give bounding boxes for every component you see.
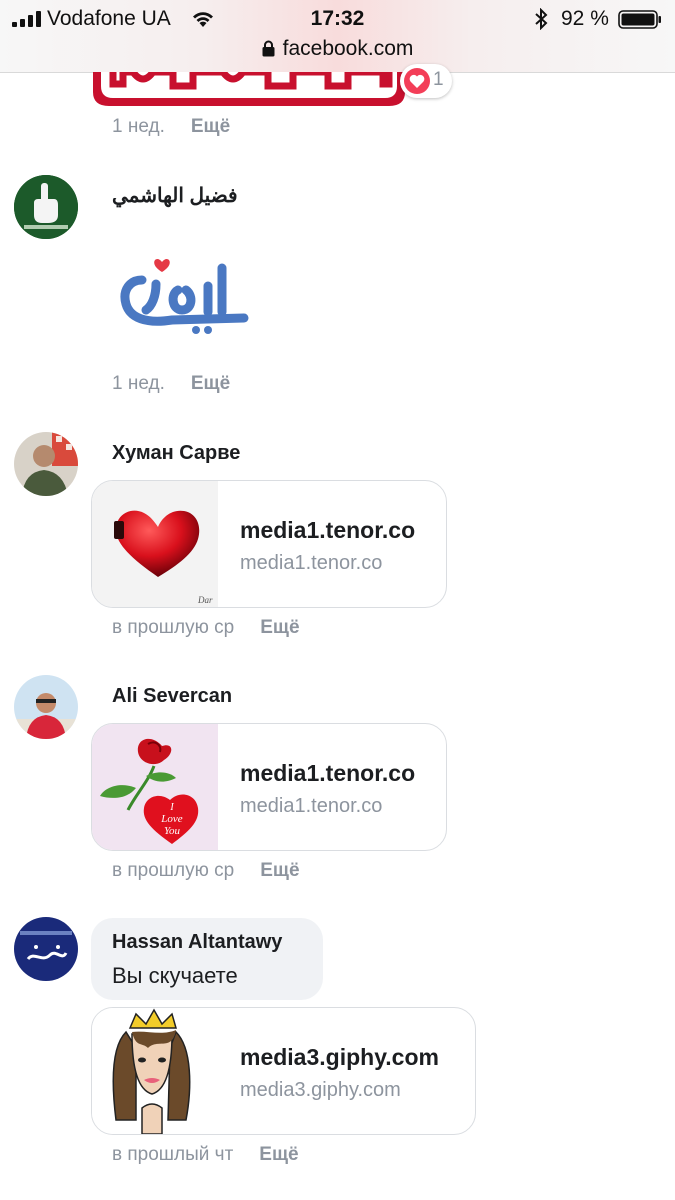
love-reaction-icon xyxy=(404,68,430,94)
svg-text:Dar: Dar xyxy=(197,595,213,605)
comment-author[interactable]: Hassan Altantawy xyxy=(112,931,282,954)
link-preview-card[interactable]: media3.giphy.com media3.giphy.com xyxy=(91,1007,476,1135)
red-heart-gif: Dar xyxy=(114,510,213,605)
comment-time[interactable]: в прошлый чт xyxy=(112,1144,233,1165)
avatar-green-hand xyxy=(14,175,78,239)
more-link[interactable]: Ещё xyxy=(260,860,299,881)
avatar-man-red-shirt xyxy=(14,675,78,739)
more-link[interactable]: Ещё xyxy=(191,373,230,394)
comment-time[interactable]: в прошлую ср xyxy=(112,860,234,881)
avatar[interactable] xyxy=(14,175,78,239)
address-bar[interactable]: facebook.com xyxy=(0,37,675,61)
lock-icon xyxy=(262,40,275,57)
comment-time[interactable]: 1 нед. xyxy=(112,116,165,137)
reaction-count: 1 xyxy=(433,69,444,90)
comment-meta: 1 нед. Ещё xyxy=(112,116,230,138)
comment-text: Вы скучаете xyxy=(112,963,238,988)
link-domain: media1.tenor.co xyxy=(240,552,383,574)
more-link[interactable]: Ещё xyxy=(259,1144,298,1165)
reaction-badge[interactable]: 1 xyxy=(400,64,452,98)
avatar[interactable] xyxy=(14,675,78,739)
comment-bubble[interactable]: Hassan Altantawy Вы скучаете xyxy=(91,918,323,1000)
link-preview-card[interactable]: Dar media1.tenor.co media1.tenor.co xyxy=(91,480,447,608)
link-thumbnail: I Love You xyxy=(92,724,218,850)
comment-author[interactable]: Хуман Сарве xyxy=(112,442,240,465)
comment-time[interactable]: 1 нед. xyxy=(112,373,165,394)
bluetooth-icon xyxy=(535,8,548,30)
comment-meta: 1 нед. Ещё xyxy=(112,373,230,395)
link-title: media1.tenor.co xyxy=(240,517,416,543)
crowned-girl-gif xyxy=(112,1008,191,1134)
avatar[interactable] xyxy=(14,432,78,496)
link-thumbnail: Dar xyxy=(92,481,218,607)
link-preview-card[interactable]: I Love You media1.tenor.co media1.tenor.… xyxy=(91,723,447,851)
more-link[interactable]: Ещё xyxy=(191,116,230,137)
more-link[interactable]: Ещё xyxy=(260,617,299,638)
comment-meta: в прошлый чт Ещё xyxy=(112,1144,299,1166)
status-bar: Vodafone UA 17:32 92 % facebook.com xyxy=(0,0,675,73)
avatar[interactable] xyxy=(14,917,78,981)
link-thumbnail xyxy=(92,1008,218,1134)
link-title: media1.tenor.co xyxy=(240,760,416,786)
jamil-arabic-sticker[interactable] xyxy=(112,250,252,340)
link-domain: media1.tenor.co xyxy=(240,795,383,817)
comment-meta: в прошлую ср Ещё xyxy=(112,617,300,639)
comment-author[interactable]: Ali Severcan xyxy=(112,685,232,708)
comment-meta: в прошлую ср Ещё xyxy=(112,860,300,882)
thumb-text-love: Love xyxy=(160,813,183,825)
avatar-man-photo xyxy=(14,432,78,496)
facebook-banner-sticker[interactable] xyxy=(93,72,405,108)
comment-author[interactable]: فضيل الهاشمي xyxy=(112,183,238,208)
avatar-blue-arabic xyxy=(14,917,78,981)
thumb-text-you: You xyxy=(164,825,181,837)
comment-time[interactable]: в прошлую ср xyxy=(112,617,234,638)
link-title: media3.giphy.com xyxy=(240,1044,439,1070)
url-text: facebook.com xyxy=(282,37,414,60)
thumb-text-i: I xyxy=(169,802,174,813)
battery-icon xyxy=(618,10,661,29)
link-domain: media3.giphy.com xyxy=(240,1079,401,1101)
battery-percent: 92 % xyxy=(561,7,609,30)
rose-heart-gif: I Love You xyxy=(100,738,199,844)
